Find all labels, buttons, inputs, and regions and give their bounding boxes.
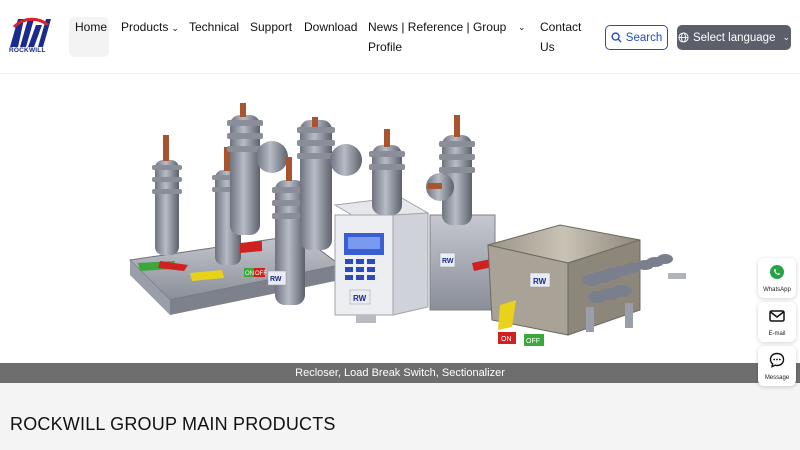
email-icon	[769, 310, 785, 322]
email-label: E-mail	[768, 331, 786, 337]
search-button-label: Search	[625, 31, 663, 44]
nav-products[interactable]: Products ⌄	[121, 17, 179, 38]
chevron-down-icon: ⌄	[518, 22, 526, 32]
off-label-left: OFF	[255, 271, 267, 277]
on-label-switch: ON	[501, 336, 512, 343]
nav-home[interactable]: Home	[69, 17, 109, 57]
language-select[interactable]: Select language ⌄	[677, 25, 791, 50]
logo-mark-icon	[10, 17, 51, 47]
nav-download[interactable]: Download	[304, 17, 357, 37]
nav-contact-label-line2: Us	[540, 40, 555, 54]
nav-news-label-line1: News | Reference | Group	[368, 20, 507, 34]
nav-products-label: Products	[121, 20, 169, 34]
chevron-down-icon: ⌄	[171, 23, 179, 33]
message-label: Message	[764, 375, 790, 381]
search-icon	[611, 32, 622, 43]
brand-plate-left: RW	[270, 276, 282, 283]
hero-caption: Recloser, Load Break Switch, Sectionaliz…	[0, 363, 800, 383]
language-select-label: Select language	[692, 31, 776, 44]
email-button[interactable]: E-mail	[758, 302, 796, 342]
nav-technical[interactable]: Technical	[189, 17, 239, 37]
globe-icon	[678, 32, 689, 43]
nav-contact-label-line1: Contact	[540, 20, 582, 34]
nav-contact-us[interactable]: Contact Us	[540, 17, 581, 57]
section-title: ROCKWILL GROUP MAIN PRODUCTS	[10, 414, 336, 434]
whatsapp-icon	[770, 265, 784, 279]
nav-home-label: Home	[75, 20, 108, 34]
nav-technical-label: Technical	[189, 20, 240, 34]
hero-product-image: ON OFF RW RW RW RW ON OFF	[128, 103, 686, 346]
insulator-column	[152, 135, 182, 255]
logo-text: ROCKWILL	[9, 47, 46, 54]
search-button[interactable]: Search	[605, 25, 668, 50]
nav-news-reference-group[interactable]: News | Reference | Group Profile ⌄	[368, 17, 528, 57]
chevron-down-icon: ⌄	[782, 32, 791, 42]
cabinet-brand: RW	[353, 294, 367, 303]
site-header: ROCKWILL Home Products ⌄ Technical Suppor…	[0, 0, 800, 74]
off-label-switch: OFF	[526, 338, 540, 345]
whatsapp-button[interactable]: WhatsApp	[758, 258, 796, 298]
switch-brand: RW	[533, 277, 547, 286]
message-icon	[769, 352, 785, 368]
nav-download-label: Download	[304, 20, 358, 34]
on-label-left: ON	[245, 271, 254, 277]
message-button[interactable]: Message	[758, 346, 796, 386]
nav-support[interactable]: Support	[250, 17, 292, 37]
hero-banner[interactable]: ON OFF RW RW RW RW ON OFF	[0, 75, 800, 363]
brand-plate-right: RW	[442, 258, 454, 265]
nav-news-label-line2: Profile	[368, 40, 403, 54]
whatsapp-label: WhatsApp	[763, 287, 791, 293]
nav-support-label: Support	[250, 20, 293, 34]
